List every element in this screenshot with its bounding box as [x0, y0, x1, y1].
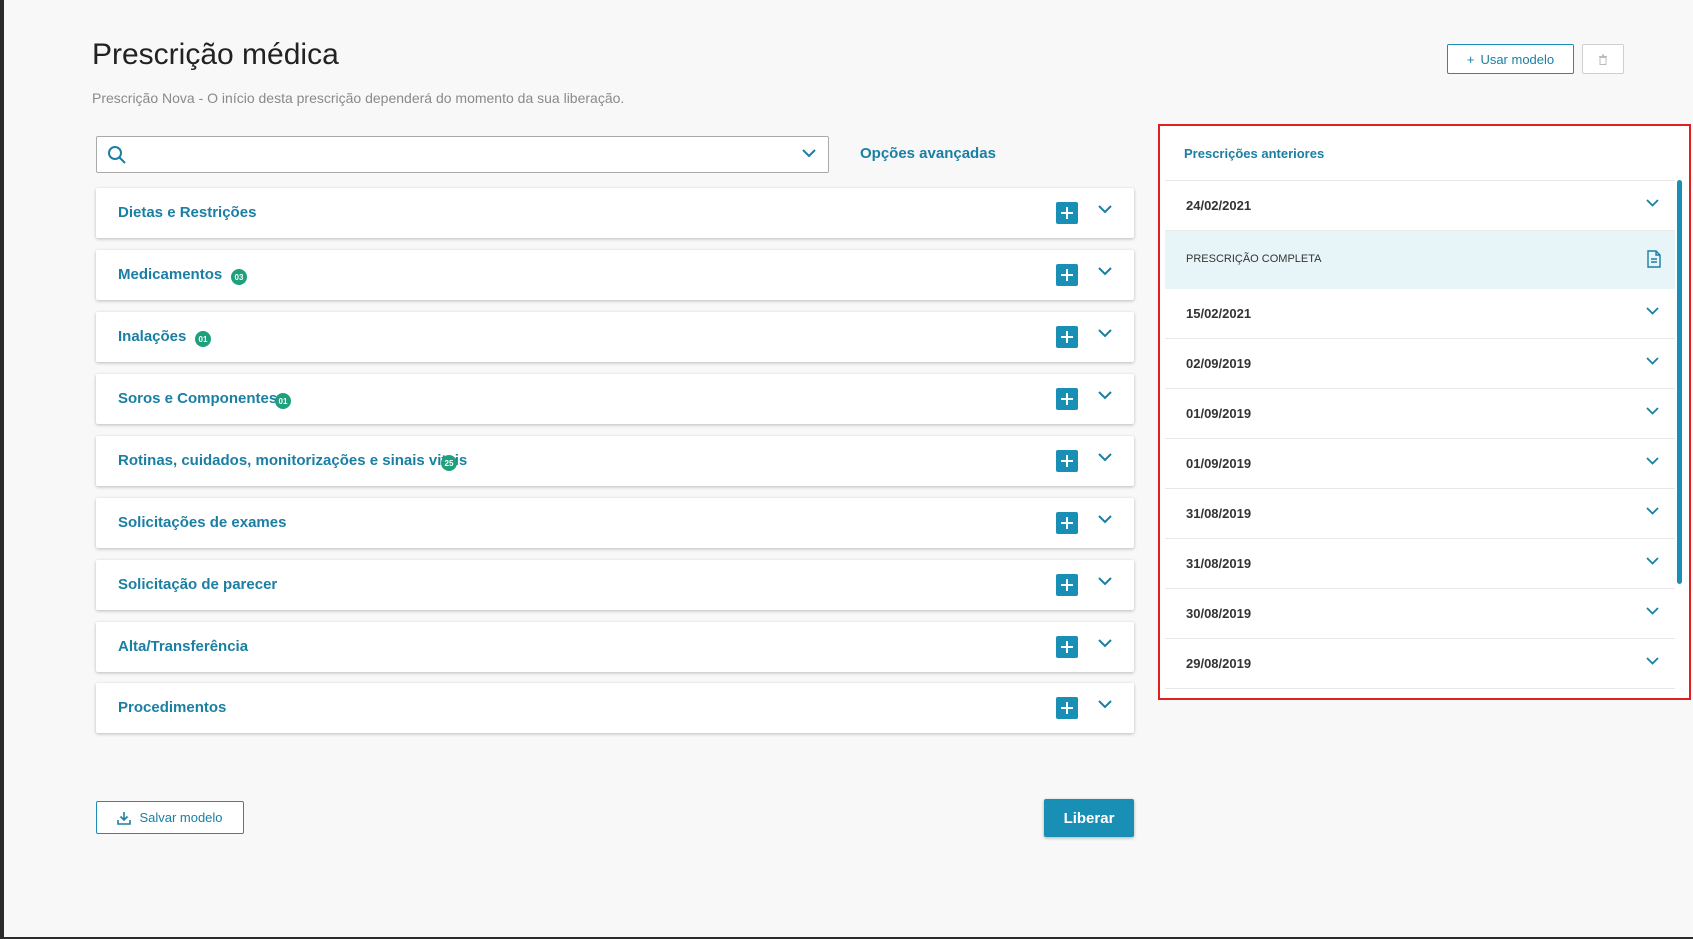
- section-panel[interactable]: Medicamentos 03: [96, 250, 1134, 300]
- section-label[interactable]: Dietas e Restrições: [118, 204, 256, 221]
- section-label[interactable]: Alta/Transferência: [118, 638, 248, 655]
- save-model-button[interactable]: Salvar modelo: [96, 801, 244, 834]
- release-button[interactable]: Liberar: [1044, 799, 1134, 837]
- complete-prescription-label: PRESCRIÇÃO COMPLETA: [1186, 253, 1322, 265]
- chevron-down-icon[interactable]: [1646, 307, 1659, 315]
- add-icon[interactable]: [1056, 450, 1078, 472]
- add-icon[interactable]: [1056, 512, 1078, 534]
- add-icon[interactable]: [1056, 264, 1078, 286]
- prescription-date-row[interactable]: 29/08/2019: [1165, 639, 1675, 689]
- section-panel[interactable]: Procedimentos: [96, 683, 1134, 733]
- chevron-down-icon[interactable]: [1098, 700, 1112, 709]
- prescription-date: 31/08/2019: [1186, 506, 1252, 521]
- use-model-button[interactable]: + Usar modelo: [1447, 44, 1574, 74]
- add-icon[interactable]: [1056, 388, 1078, 410]
- section-panel[interactable]: Alta/Transferência: [96, 622, 1134, 672]
- prescription-date: 01/09/2019: [1186, 406, 1252, 421]
- section-panel[interactable]: Soros e Componentes 01: [96, 374, 1134, 424]
- delete-button[interactable]: [1582, 44, 1624, 74]
- chevron-down-icon[interactable]: [1098, 329, 1112, 338]
- chevron-down-icon[interactable]: [1098, 515, 1112, 524]
- section-panel[interactable]: Rotinas, cuidados, monitorizações e sina…: [96, 436, 1134, 486]
- prescription-date-row[interactable]: 31/08/2019: [1165, 539, 1675, 589]
- section-panel[interactable]: Dietas e Restrições: [96, 188, 1134, 238]
- chevron-down-icon[interactable]: [1098, 391, 1112, 400]
- chevron-down-icon[interactable]: [1646, 507, 1659, 515]
- prescription-date: 15/02/2021: [1186, 306, 1252, 321]
- page-title: Prescrição médica: [92, 38, 339, 71]
- chevron-down-icon[interactable]: [1646, 607, 1659, 615]
- add-icon[interactable]: [1056, 697, 1078, 719]
- add-icon[interactable]: [1056, 202, 1078, 224]
- section-label[interactable]: Medicamentos: [118, 266, 222, 283]
- previous-prescriptions-title: Prescrições anteriores: [1184, 146, 1325, 161]
- section-label[interactable]: Rotinas, cuidados, monitorizações e sina…: [118, 452, 467, 469]
- advanced-options-link[interactable]: Opções avançadas: [860, 145, 996, 162]
- section-panel[interactable]: Solicitações de exames: [96, 498, 1134, 548]
- prescription-date-row[interactable]: 02/09/2019: [1165, 339, 1675, 389]
- chevron-down-icon[interactable]: [1646, 357, 1659, 365]
- prescription-date-row[interactable]: 15/02/2021: [1165, 289, 1675, 339]
- count-badge: 01: [195, 331, 211, 347]
- prescription-date: 02/09/2019: [1186, 356, 1252, 371]
- chevron-down-icon[interactable]: [1646, 199, 1659, 207]
- chevron-down-icon[interactable]: [1098, 267, 1112, 276]
- add-icon[interactable]: [1056, 574, 1078, 596]
- save-model-label: Salvar modelo: [139, 810, 223, 825]
- chevron-down-icon[interactable]: [1646, 557, 1659, 565]
- prescription-date-row[interactable]: 30/08/2019: [1165, 589, 1675, 639]
- search-input[interactable]: [96, 136, 829, 173]
- prescription-date: 29/08/2019: [1186, 656, 1252, 671]
- chevron-down-icon[interactable]: [1098, 205, 1112, 214]
- prescription-page: Prescrição médica Prescrição Nova - O in…: [4, 0, 1693, 937]
- use-model-label: Usar modelo: [1480, 51, 1555, 67]
- prescription-date: 30/08/2019: [1186, 606, 1252, 621]
- prescription-date-row[interactable]: 31/08/2019: [1165, 489, 1675, 539]
- prescription-date: 31/08/2019: [1186, 556, 1252, 571]
- section-label[interactable]: Solicitação de parecer: [118, 576, 277, 593]
- section-label[interactable]: Inalações: [118, 328, 186, 345]
- prescription-date: 01/09/2019: [1186, 456, 1252, 471]
- prescription-date-row[interactable]: 01/09/2019: [1165, 389, 1675, 439]
- prescription-date-row[interactable]: 01/09/2019: [1165, 439, 1675, 489]
- previous-prescriptions-panel: Prescrições anteriores 24/02/2021 PRESCRI…: [1158, 124, 1691, 700]
- chevron-down-icon[interactable]: [1646, 657, 1659, 665]
- chevron-down-icon[interactable]: [1098, 639, 1112, 648]
- chevron-down-icon[interactable]: [1646, 407, 1659, 415]
- section-label[interactable]: Solicitações de exames: [118, 514, 286, 531]
- section-label[interactable]: Soros e Componentes: [118, 390, 277, 407]
- chevron-down-icon[interactable]: [802, 149, 816, 158]
- prescription-date-row[interactable]: 24/02/2021: [1165, 181, 1675, 231]
- page-subtitle: Prescrição Nova - O início desta prescri…: [92, 90, 625, 106]
- scrollbar[interactable]: [1677, 180, 1682, 584]
- prescription-detail-row[interactable]: PRESCRIÇÃO COMPLETA: [1165, 231, 1675, 289]
- download-icon: [117, 811, 132, 825]
- add-icon[interactable]: [1056, 326, 1078, 348]
- section-label[interactable]: Procedimentos: [118, 699, 226, 716]
- search-icon: [108, 146, 126, 164]
- add-icon[interactable]: [1056, 636, 1078, 658]
- chevron-down-icon[interactable]: [1646, 457, 1659, 465]
- plus-icon: +: [1466, 51, 1475, 67]
- count-badge: 01: [275, 393, 291, 409]
- trash-icon: [1599, 54, 1607, 65]
- count-badge: 03: [231, 269, 247, 285]
- count-badge: 25: [441, 455, 457, 471]
- prescription-date: 24/02/2021: [1186, 198, 1252, 213]
- document-icon[interactable]: [1647, 250, 1661, 268]
- chevron-down-icon[interactable]: [1098, 453, 1112, 462]
- section-panel[interactable]: Inalações 01: [96, 312, 1134, 362]
- chevron-down-icon[interactable]: [1098, 577, 1112, 586]
- section-panel[interactable]: Solicitação de parecer: [96, 560, 1134, 610]
